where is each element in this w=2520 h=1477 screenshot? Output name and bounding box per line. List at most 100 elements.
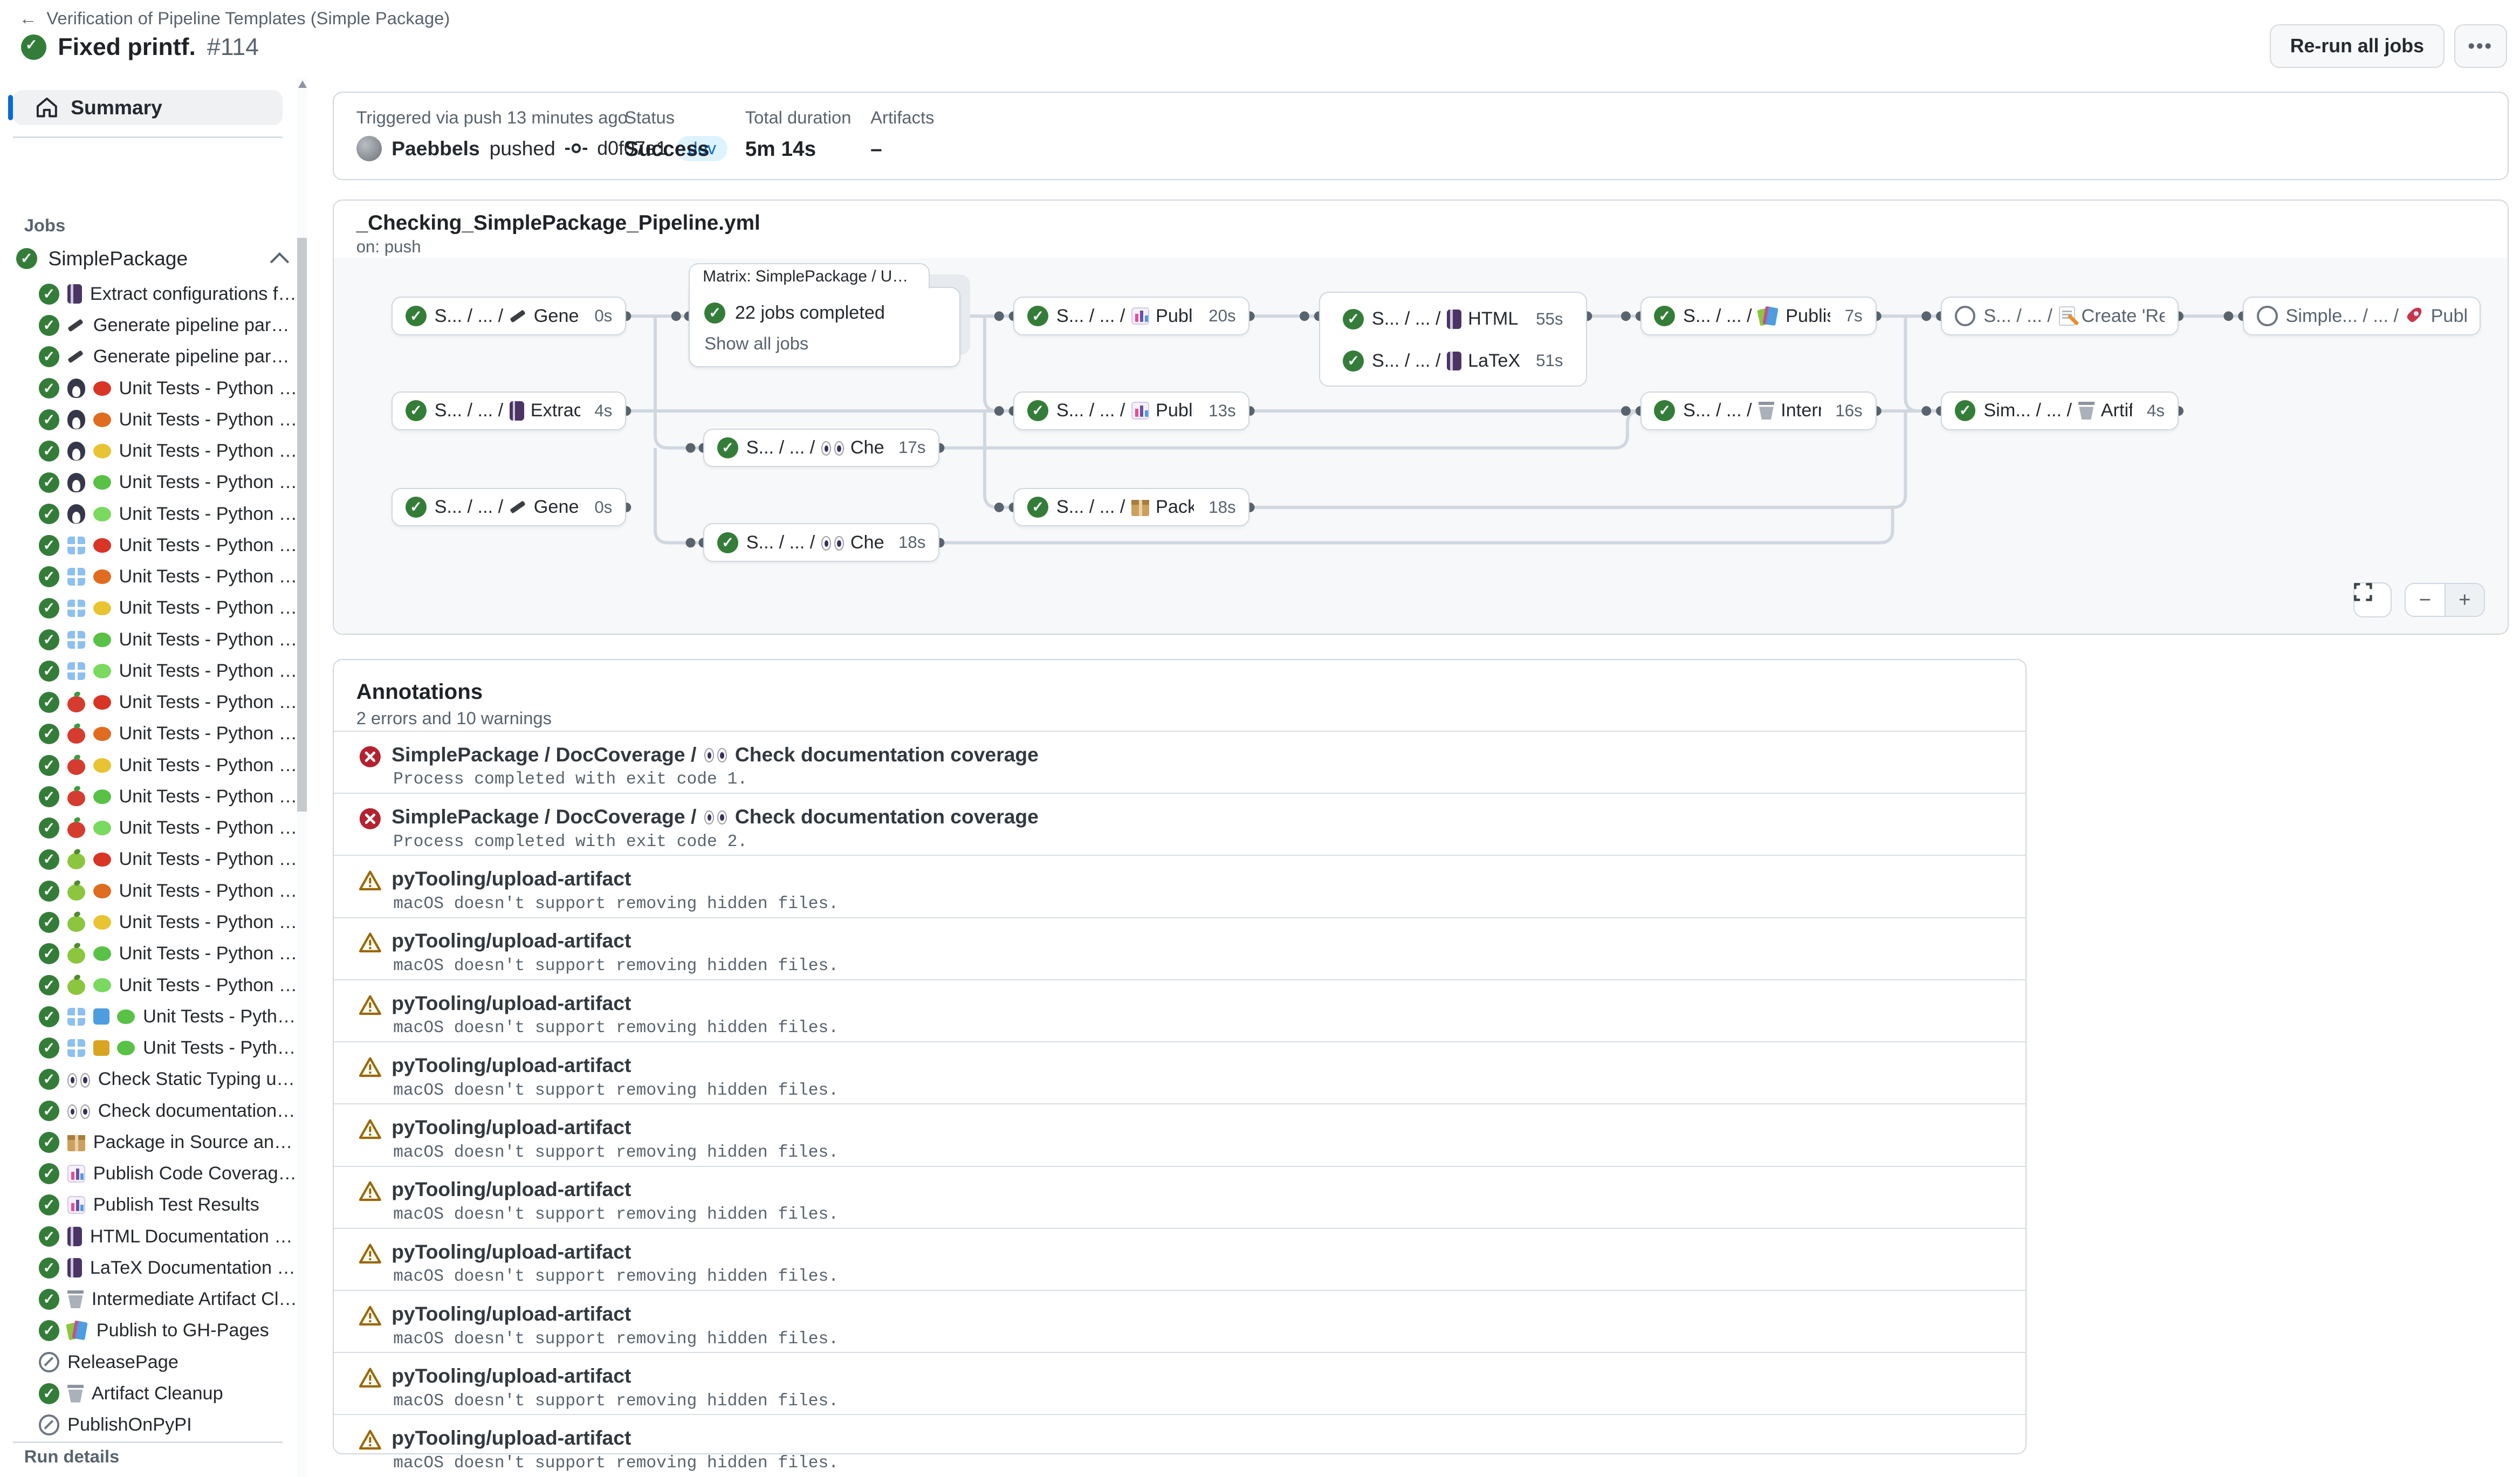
notebook-icon bbox=[510, 401, 524, 421]
breadcrumb-label[interactable]: Verification of Pipeline Templates (Simp… bbox=[46, 8, 450, 29]
annotation-row-error[interactable]: SimplePackage / DocCoverage /Check docum… bbox=[334, 731, 2025, 793]
sidebar-job-item[interactable]: Unit Tests - Python 3.13 bbox=[39, 814, 299, 843]
sidebar-group-simplepackage[interactable]: SimplePackage bbox=[16, 244, 286, 273]
sidebar-item-summary[interactable]: Summary bbox=[13, 90, 283, 126]
sidebar-job-item[interactable]: Unit Tests - Python 3.9 bbox=[39, 688, 299, 717]
success-icon bbox=[39, 1289, 60, 1310]
node-label: S... / ... /Publish Code C... bbox=[1056, 306, 1194, 327]
sidebar-job-item[interactable]: Unit Tests - Python 3.11 bbox=[39, 437, 299, 466]
zoom-in-button[interactable]: + bbox=[2446, 584, 2484, 616]
matrix-tab[interactable]: Matrix: SimplePackage / UnitTest... bbox=[689, 263, 930, 289]
sidebar-job-item[interactable]: Unit Tests - Python 3.12 bbox=[39, 468, 299, 497]
graph-controls: − + bbox=[2353, 582, 2485, 618]
fullscreen-button[interactable] bbox=[2353, 582, 2392, 618]
sidebar-job-item[interactable]: LaTeX Documentation using ... bbox=[39, 1254, 299, 1283]
sidebar-job-item[interactable]: Unit Tests - Python 3.10 bbox=[39, 562, 299, 592]
annotation-row-warning[interactable]: pyTooling/upload-artifact macOS doesn't … bbox=[334, 917, 2025, 979]
graph-node-pub-test[interactable]: S... / ... /Publish Test Re...13s bbox=[1013, 391, 1249, 430]
matrix-group-node[interactable]: 22 jobs completed Show all jobs bbox=[689, 287, 960, 367]
sidebar-job-item[interactable]: Unit Tests - Python 3.12 bbox=[39, 1002, 299, 1031]
trash-icon bbox=[1759, 402, 1775, 420]
annotation-title: pyTooling/upload-artifact bbox=[392, 1054, 631, 1077]
sidebar-job-item[interactable]: HTML Documentation using ... bbox=[39, 1222, 299, 1251]
kebab-menu-button[interactable]: ••• bbox=[2454, 24, 2507, 68]
graph-node-gen2[interactable]: S... / ... /Generate pipelin...0s bbox=[392, 488, 626, 527]
sidebar-job-item[interactable]: Unit Tests - Python 3.10 bbox=[39, 719, 299, 748]
zoom-out-button[interactable]: − bbox=[2406, 584, 2446, 616]
success-icon bbox=[39, 1006, 60, 1027]
graph-node-check-static[interactable]: S... / ... /Check Static Ty...17s bbox=[703, 429, 939, 468]
sidebar-job-item[interactable]: Check Static Typing using Pyt... bbox=[39, 1065, 299, 1094]
sidebar-job-item[interactable]: Extract configurations from p... bbox=[39, 280, 299, 309]
sidebar-job-item[interactable]: Package in Source and Wheel... bbox=[39, 1128, 299, 1157]
sidebar-job-item[interactable]: Unit Tests - Python 3.13 bbox=[39, 499, 299, 528]
sidebar-job-item[interactable]: Publish Code Coverage Results bbox=[39, 1159, 299, 1189]
sidebar-job-item[interactable]: Generate pipeline parameters bbox=[39, 342, 299, 372]
graph-node-extract[interactable]: S... / ... /Extract configur...4s bbox=[392, 391, 626, 430]
sidebar-job-item[interactable]: Unit Tests - Python 3.11 bbox=[39, 751, 299, 780]
annotation-row-warning[interactable]: pyTooling/upload-artifact macOS doesn't … bbox=[334, 1414, 2025, 1476]
graph-node-pypi[interactable]: Simple... / ... /Publish to PyPI bbox=[2243, 297, 2481, 335]
actor-name[interactable]: Paebbels bbox=[392, 137, 480, 160]
graph-node-gh-pages[interactable]: S... / ... /Publish to GH-P...7s bbox=[1640, 297, 1877, 335]
sidebar-job-item[interactable]: Intermediate Artifact Cleanup bbox=[39, 1285, 299, 1314]
sidebar-job-item[interactable]: Unit Tests - Python 3.12 bbox=[39, 625, 299, 654]
eyes-icon bbox=[704, 748, 727, 762]
graph-node-release-page[interactable]: S... / ... /Create 'Release Pa... bbox=[1941, 297, 2179, 335]
sidebar-job-item[interactable]: PublishOnPyPI bbox=[39, 1411, 299, 1440]
graph-node-pub-codecov[interactable]: S... / ... /Publish Code C...20s bbox=[1013, 297, 1249, 335]
sidebar-job-item[interactable]: Unit Tests - Python 3.12 bbox=[39, 1034, 299, 1063]
annotation-row-warning[interactable]: pyTooling/upload-artifact macOS doesn't … bbox=[334, 1290, 2025, 1352]
rerun-all-jobs-button[interactable]: Re-run all jobs bbox=[2270, 24, 2445, 68]
avatar[interactable] bbox=[356, 136, 382, 162]
sidebar-job-item[interactable]: Unit Tests - Python 3.13 bbox=[39, 657, 299, 686]
annotation-row-warning[interactable]: pyTooling/upload-artifact macOS doesn't … bbox=[334, 1352, 2025, 1414]
annotation-row-warning[interactable]: pyTooling/upload-artifact macOS doesn't … bbox=[334, 1228, 2025, 1290]
annotation-row-warning[interactable]: pyTooling/upload-artifact macOS doesn't … bbox=[334, 1103, 2025, 1165]
node-label: S... / ... /Publish to GH-P... bbox=[1683, 306, 1830, 327]
graph-node-intermediate[interactable]: S... / ... /Intermediate A...16s bbox=[1640, 391, 1877, 430]
sidebar-job-item[interactable]: Publish to GH-Pages bbox=[39, 1316, 299, 1345]
graph-node-package[interactable]: S... / ... /Package in Sou...18s bbox=[1013, 488, 1249, 527]
sidebar-job-item[interactable]: Unit Tests - Python 3.10 bbox=[39, 876, 299, 905]
sidebar-job-item[interactable]: Artifact Cleanup bbox=[39, 1379, 299, 1409]
sidebar-job-item[interactable]: Unit Tests - Python 3.11 bbox=[39, 594, 299, 623]
dot-red-icon bbox=[93, 538, 111, 553]
sidebar-job-item[interactable]: Check documentation covera... bbox=[39, 1096, 299, 1125]
sidebar-item-usage[interactable]: Usage bbox=[19, 1474, 107, 1477]
annotations-card: Annotations 2 errors and 10 warnings Sim… bbox=[333, 659, 2027, 1454]
sidebar-job-item[interactable]: Unit Tests - Python 3.12 bbox=[39, 939, 299, 968]
graph-node-latex-doc[interactable]: S... / ... /LaTeX Docume...51s bbox=[1330, 342, 1576, 381]
scrollbar-thumb[interactable] bbox=[297, 238, 307, 812]
annotation-row-warning[interactable]: pyTooling/upload-artifact macOS doesn't … bbox=[334, 1041, 2025, 1103]
annotation-row-warning[interactable]: pyTooling/upload-artifact macOS doesn't … bbox=[334, 855, 2025, 917]
scrollbar-up-arrow[interactable] bbox=[298, 80, 307, 88]
graph-node-check-doc[interactable]: S... / ... /Check docume...18s bbox=[703, 523, 939, 562]
show-all-jobs-link[interactable]: Show all jobs bbox=[704, 333, 808, 354]
sidebar-job-item[interactable]: Unit Tests - Python 3.12 bbox=[39, 782, 299, 812]
back-arrow-icon[interactable]: ← bbox=[19, 8, 37, 29]
sidebar-job-item[interactable]: Unit Tests - Python 3.9 bbox=[39, 531, 299, 560]
sidebar-job-item[interactable]: Generate pipeline parameters bbox=[39, 311, 299, 340]
sidebar-job-item[interactable]: Unit Tests - Python 3.9 bbox=[39, 845, 299, 874]
workflow-graph[interactable]: Matrix: SimplePackage / UnitTest... 22 j… bbox=[334, 258, 2508, 634]
sidebar-job-item[interactable]: Unit Tests - Python 3.11 bbox=[39, 908, 299, 937]
breadcrumb[interactable]: ← Verification of Pipeline Templates (Si… bbox=[19, 8, 450, 29]
sidebar-job-item[interactable]: Unit Tests - Python 3.10 bbox=[39, 406, 299, 435]
annotation-row-error[interactable]: SimplePackage / DocCoverage /Check docum… bbox=[334, 793, 2025, 855]
penguin-icon bbox=[67, 410, 85, 429]
annotation-row-warning[interactable]: pyTooling/upload-artifact macOS doesn't … bbox=[334, 1166, 2025, 1228]
sidebar-job-item[interactable]: Unit Tests - Python 3.13 bbox=[39, 971, 299, 1000]
job-label: Unit Tests - Python 3.9 bbox=[119, 535, 299, 556]
annotation-row-warning[interactable]: pyTooling/upload-artifact macOS doesn't … bbox=[334, 979, 2025, 1041]
chevron-up-icon[interactable] bbox=[270, 252, 289, 271]
graph-node-gen1[interactable]: S... / ... /Generate pipelin...0s bbox=[392, 297, 626, 335]
sidebar-job-item[interactable]: Publish Test Results bbox=[39, 1191, 299, 1220]
sidebar-job-item[interactable]: ReleasePage bbox=[39, 1348, 299, 1377]
annotations-title: Annotations bbox=[356, 679, 483, 704]
graph-node-artifact-cleanup[interactable]: Sim... / ... /Artifact Cleanup4s bbox=[1941, 391, 2179, 430]
sidebar-scrollbar[interactable] bbox=[297, 77, 307, 1477]
graph-node-html-doc[interactable]: S... / ... /HTML Docume...55s bbox=[1330, 300, 1576, 339]
job-label: Publish to GH-Pages bbox=[97, 1320, 269, 1341]
sidebar-job-item[interactable]: Unit Tests - Python 3.9 bbox=[39, 374, 299, 403]
